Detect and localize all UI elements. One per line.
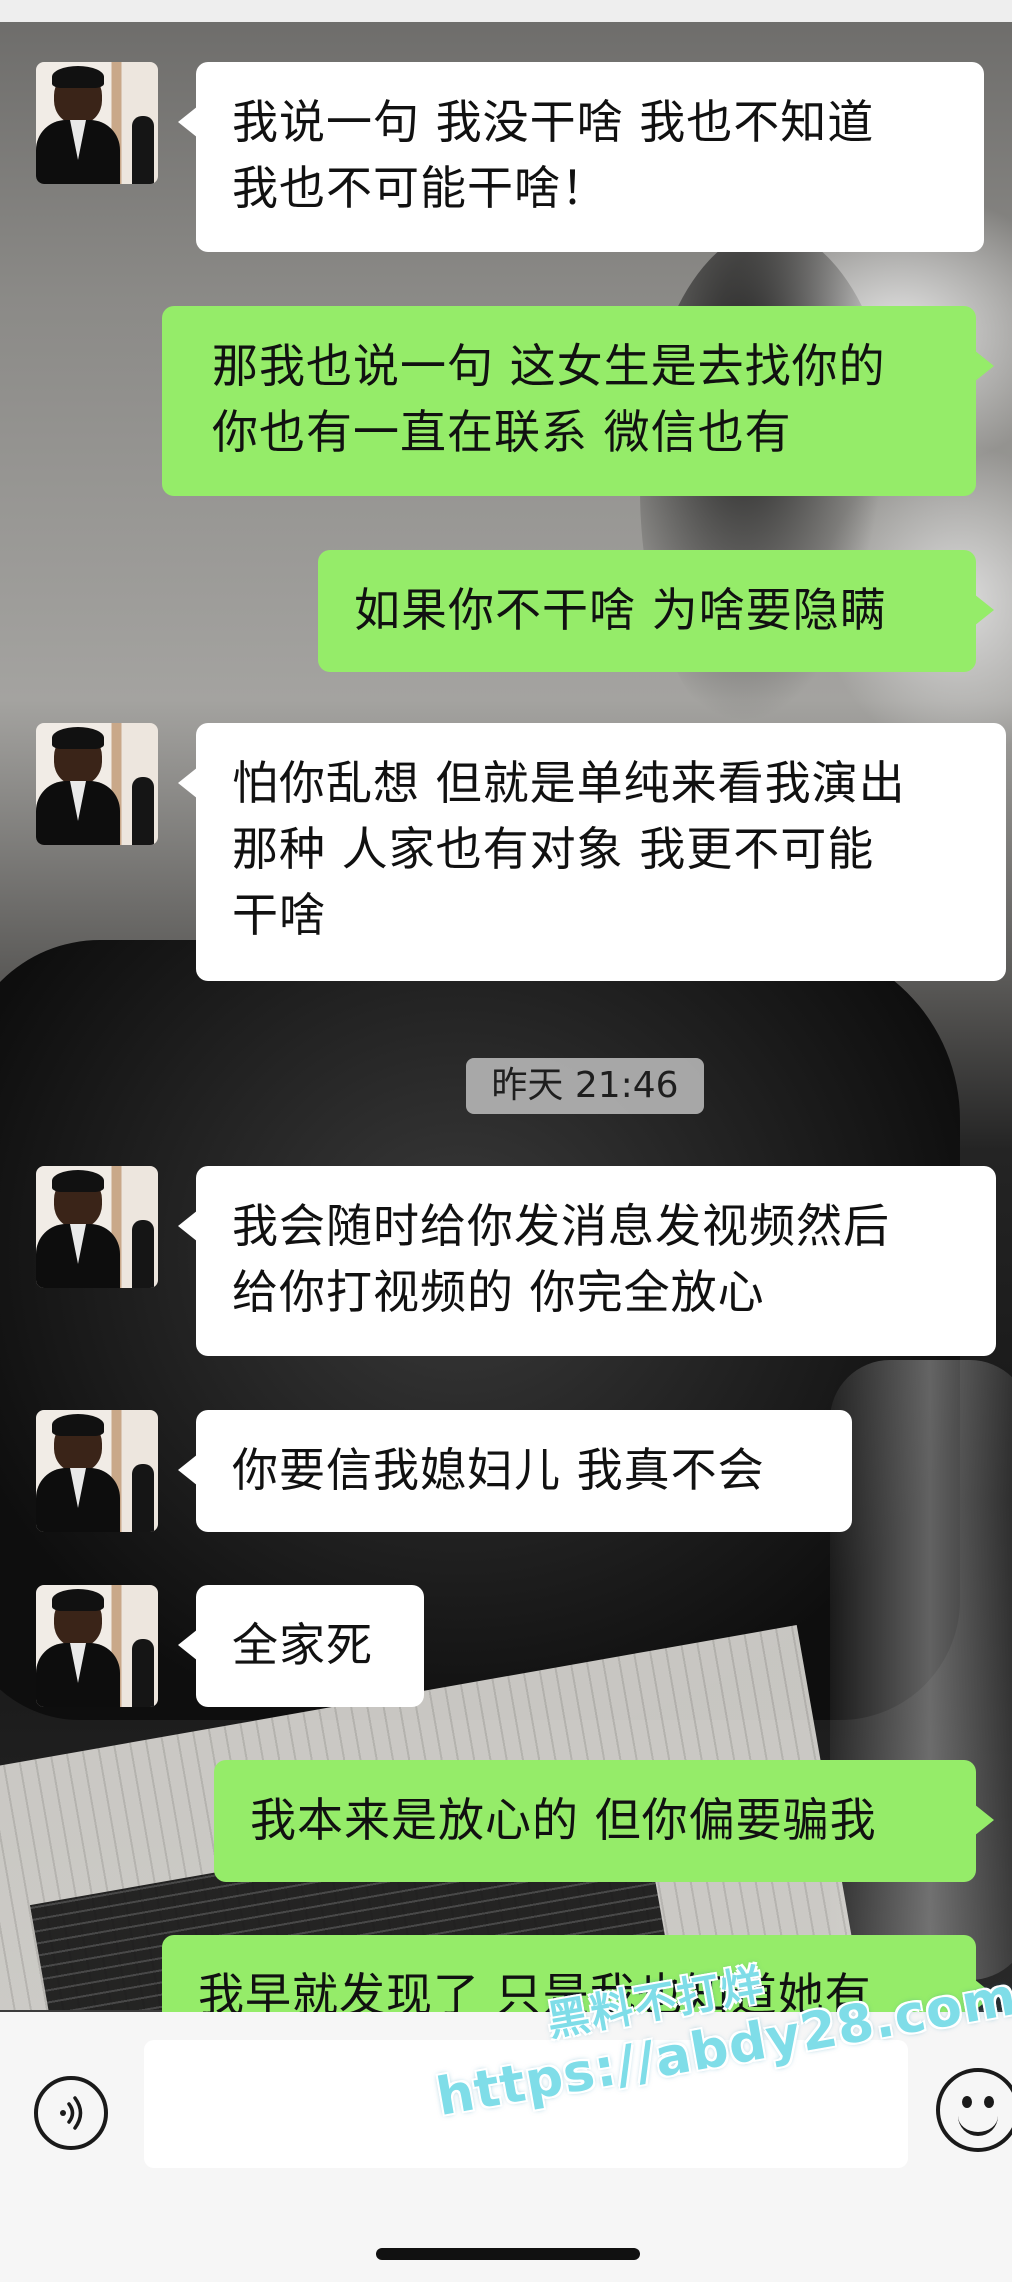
- message-bubble-received[interactable]: 我说一句 我没干啥 我也不知道 我也不可能干啥！: [178, 62, 984, 252]
- message-bubble-received[interactable]: 全家死: [178, 1585, 424, 1707]
- message-bubble-received[interactable]: 我会随时给你发消息发视频然后 给你打视频的 你完全放心: [178, 1166, 996, 1356]
- contact-avatar[interactable]: [36, 723, 158, 845]
- voice-input-icon[interactable]: [34, 2076, 108, 2150]
- contact-avatar[interactable]: [36, 62, 158, 184]
- emoji-icon[interactable]: [936, 2068, 1012, 2152]
- home-indicator[interactable]: [376, 2248, 640, 2260]
- contact-avatar[interactable]: [36, 1585, 158, 1707]
- contact-avatar[interactable]: [36, 1410, 158, 1532]
- message-bubble-received[interactable]: 怕你乱想 但就是单纯来看我演出 那种 人家也有对象 我更不可能 干啥: [178, 723, 1006, 981]
- message-bubble-received[interactable]: 你要信我媳妇儿 我真不会: [178, 1410, 852, 1532]
- message-bubble-sent[interactable]: 我本来是放心的 但你偏要骗我: [214, 1760, 994, 1882]
- chat-background: [0, 0, 1012, 2010]
- message-bubble-sent[interactable]: 那我也说一句 这女生是去找你的 你也有一直在联系 微信也有: [162, 306, 994, 496]
- message-bubble-sent[interactable]: 如果你不干啥 为啥要隐瞒: [318, 550, 994, 672]
- background-vase: [830, 1360, 1012, 1980]
- message-timestamp: 昨天 21:46: [466, 1058, 704, 1114]
- contact-avatar[interactable]: [36, 1166, 158, 1288]
- status-bar: [0, 0, 1012, 22]
